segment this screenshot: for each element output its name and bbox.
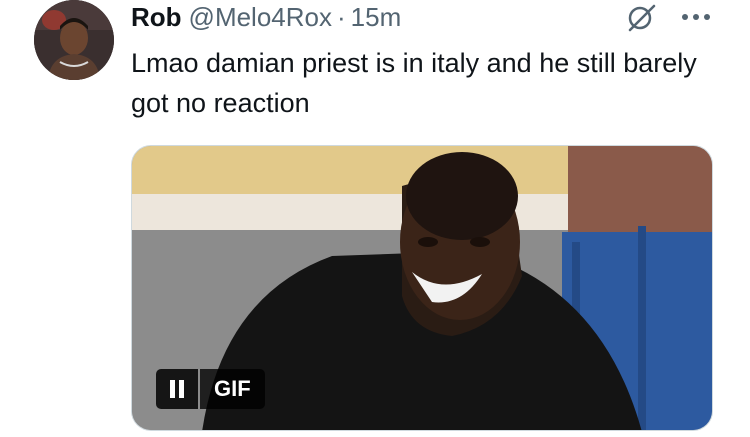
avatar[interactable] <box>34 0 114 80</box>
gif-badge[interactable]: GIF <box>156 369 265 409</box>
more-dots-icon[interactable] <box>680 10 712 22</box>
gif-media[interactable]: GIF <box>131 145 713 431</box>
pause-icon <box>170 380 184 398</box>
gif-label: GIF <box>200 369 265 409</box>
separator-dot: · <box>337 2 346 32</box>
pause-button[interactable] <box>156 369 198 409</box>
timestamp[interactable]: 15m <box>351 2 402 32</box>
grok-icon[interactable] <box>624 4 658 32</box>
tweet-text: Lmao damian priest is in italy and he st… <box>131 48 697 118</box>
author-handle[interactable]: @Melo4Rox <box>189 2 332 32</box>
tweet-header: Rob @Melo4Rox · 15m <box>131 2 401 32</box>
tweet[interactable]: Rob @Melo4Rox · 15m Lmao damian priest i… <box>0 0 750 437</box>
author-name[interactable]: Rob <box>131 2 182 32</box>
